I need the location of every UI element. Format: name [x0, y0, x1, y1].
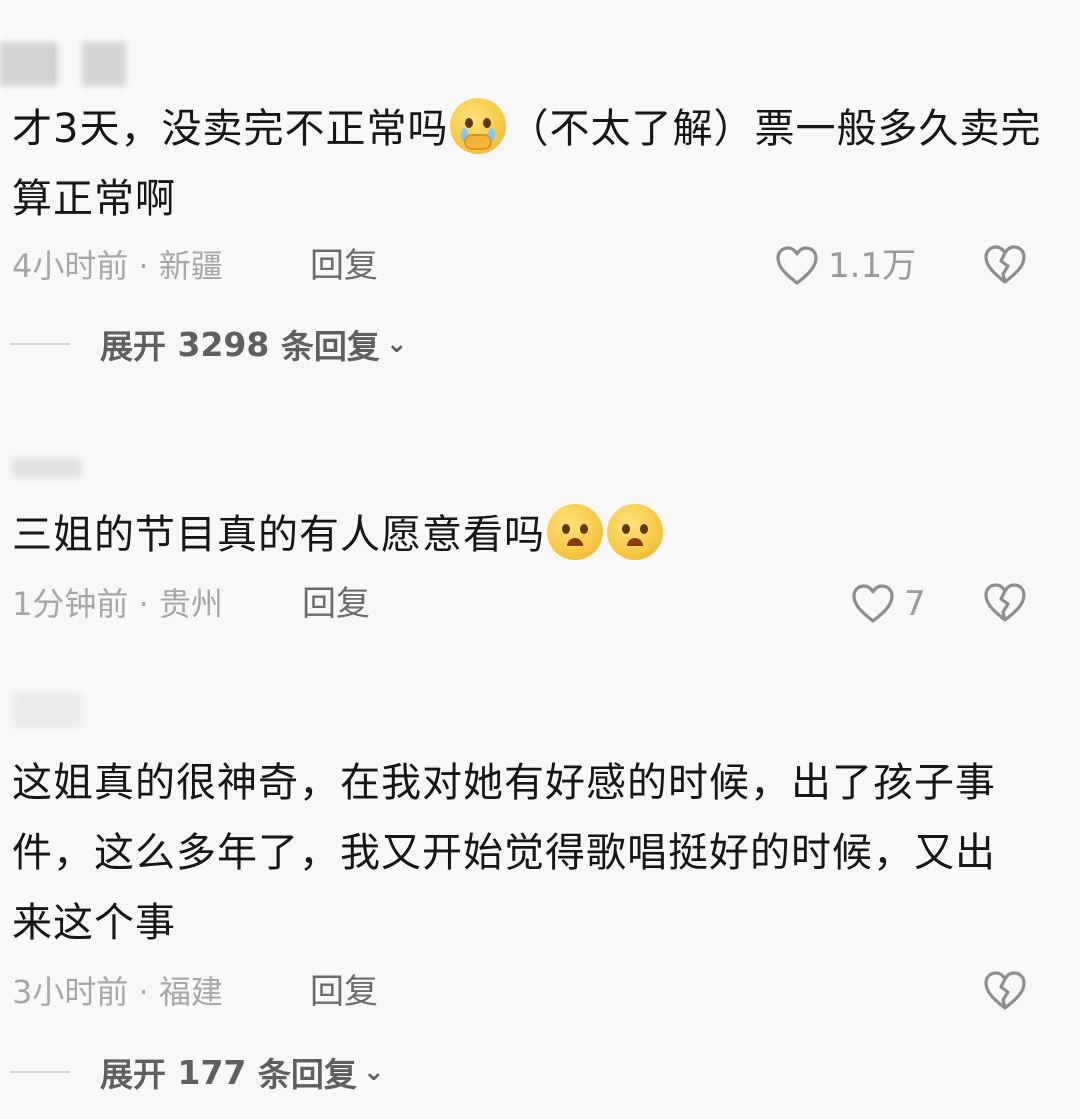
reply-button[interactable]: 回复	[310, 244, 378, 288]
reply-button[interactable]: 回复	[310, 970, 378, 1014]
comment-text: 三姐的节目真的有人愿意看吗	[12, 500, 1052, 570]
divider-line	[10, 1071, 70, 1073]
timestamp-location: 1分钟前 · 贵州	[12, 585, 223, 623]
expand-prefix: 展开	[100, 327, 166, 366]
broken-heart-icon	[984, 583, 1026, 622]
expand-suffix: 条回复	[257, 1055, 357, 1094]
chevron-down-icon: ⌄	[385, 329, 408, 359]
heart-outline-icon	[776, 246, 818, 285]
dislike-button[interactable]	[982, 970, 1028, 1023]
like-button[interactable]: 1.1万	[774, 244, 916, 288]
broken-heart-icon	[984, 245, 1026, 284]
like-count: 1.1万	[828, 246, 917, 286]
username-blurred[interactable]	[12, 692, 82, 736]
comment-text: 这姐真的很神奇，在我对她有好感的时候，出了孩子事件，这么多年了，我又开始觉得歌唱…	[12, 760, 996, 946]
timestamp-location: 4小时前 · 新疆	[12, 247, 223, 285]
pleading-face-emoji	[547, 504, 603, 560]
dislike-button[interactable]	[982, 582, 1028, 635]
reply-count: 177	[177, 1052, 247, 1092]
divider-line	[10, 343, 70, 345]
expand-replies-button[interactable]: 展开 3298 条回复 ⌄	[0, 322, 408, 366]
comment-meta: 3小时前 · 福建 回复	[12, 970, 1072, 1014]
reply-button[interactable]: 回复	[302, 582, 370, 626]
expand-suffix: 条回复	[280, 327, 380, 366]
timestamp-location: 3小时前 · 福建	[12, 973, 223, 1011]
comment-meta: 1分钟前 · 贵州 回复 7	[12, 582, 1072, 626]
expand-prefix: 展开	[100, 1055, 166, 1094]
pleading-face-emoji	[607, 504, 663, 560]
reply-count: 3298	[177, 324, 270, 364]
expand-replies-button[interactable]: 展开 177 条回复 ⌄	[0, 1050, 385, 1094]
username-blurred[interactable]	[0, 42, 126, 86]
crying-face-hands-emoji	[450, 98, 507, 154]
comment-meta: 4小时前 · 新疆 回复 1.1万	[12, 244, 1072, 288]
dislike-button[interactable]	[982, 244, 1028, 297]
comment-text: 才3天，没卖完不正常吗 （不太了解）票一般多久卖完算正常啊	[12, 94, 1052, 234]
chevron-down-icon: ⌄	[362, 1057, 385, 1087]
like-count: 7	[904, 584, 926, 624]
like-button[interactable]: 7	[850, 582, 926, 626]
broken-heart-icon	[984, 971, 1026, 1010]
username-blurred[interactable]	[12, 458, 82, 502]
heart-outline-icon	[852, 584, 894, 623]
